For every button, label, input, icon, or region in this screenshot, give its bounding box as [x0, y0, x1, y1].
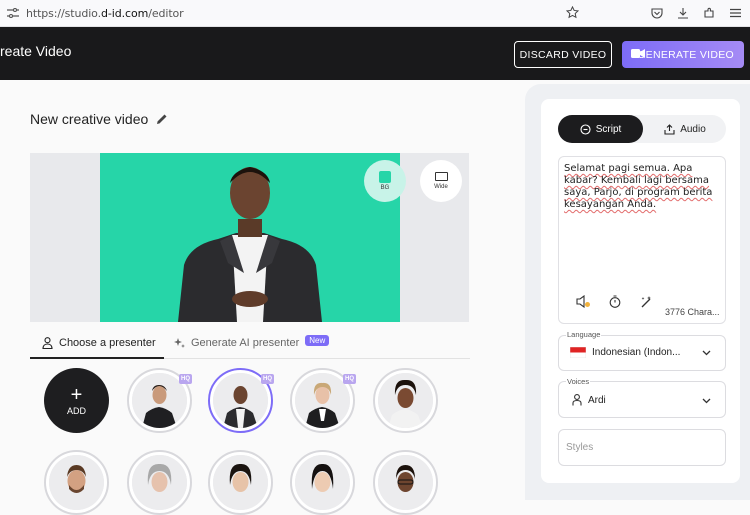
- tab-choose-presenter-label: Choose a presenter: [59, 337, 156, 349]
- person-voice-icon: [572, 394, 582, 406]
- presenter-avatar[interactable]: [44, 450, 109, 515]
- site-settings-icon[interactable]: [6, 6, 20, 20]
- pause-timer-button[interactable]: [606, 292, 624, 310]
- download-icon[interactable]: [676, 6, 690, 20]
- background-swatch-icon: [379, 171, 391, 183]
- presenter-avatar[interactable]: [208, 450, 273, 515]
- hq-badge: HQ: [261, 374, 274, 384]
- presenter-avatar[interactable]: [290, 450, 355, 515]
- magic-write-button[interactable]: [637, 292, 655, 310]
- background-button[interactable]: BG: [364, 160, 406, 202]
- chat-bubble-icon: [580, 123, 591, 135]
- presenter-avatar[interactable]: [373, 368, 438, 433]
- voice-preview-button[interactable]: [574, 292, 592, 310]
- new-badge: New: [305, 335, 330, 346]
- generate-video-button[interactable]: GENERATE VIDEO: [622, 41, 744, 68]
- video-camera-icon: [631, 49, 645, 58]
- presenter-tabs: Choose a presenter Generate AI presenter…: [30, 335, 470, 359]
- wide-format-button[interactable]: Wide: [420, 160, 462, 202]
- widescreen-icon: [434, 172, 448, 181]
- chevron-down-icon: [702, 398, 711, 404]
- language-label: Language: [566, 330, 602, 339]
- hq-badge: HQ: [343, 374, 356, 384]
- background-button-label: BG: [380, 185, 390, 191]
- timer-icon: [609, 294, 621, 308]
- video-title: New creative video: [30, 111, 149, 127]
- tab-generate-ai-label: Generate AI presenter: [191, 337, 300, 349]
- page-title: reate Video: [0, 43, 72, 59]
- person-icon: [42, 337, 53, 349]
- generate-video-label: GENERATE VIDEO: [637, 48, 734, 61]
- script-text[interactable]: Selamat pagi semua. Apa kabar? Kembali l…: [564, 163, 724, 211]
- wide-format-label: Wide: [434, 184, 448, 190]
- browser-toolbar: https://studio.d-id.com/editor: [0, 0, 750, 27]
- menu-icon[interactable]: [728, 6, 742, 20]
- presenter-stage[interactable]: [100, 153, 400, 322]
- tab-audio-label: Audio: [680, 123, 706, 135]
- indonesia-flag-icon: [570, 347, 586, 358]
- tab-script-label: Script: [595, 123, 622, 135]
- styles-placeholder: Styles: [566, 442, 594, 453]
- voice-select[interactable]: [558, 381, 726, 418]
- chevron-down-icon: [702, 350, 711, 356]
- sparkle-icon: [174, 338, 185, 348]
- hq-badge: HQ: [179, 374, 192, 384]
- language-value: Indonesian (Indon...: [592, 347, 681, 358]
- pocket-icon[interactable]: [650, 6, 664, 20]
- bookmark-star-icon[interactable]: [565, 5, 580, 20]
- character-count: 3776 Chara...: [665, 307, 720, 317]
- presenter-figure: [178, 167, 322, 322]
- presenter-avatar[interactable]: [127, 450, 192, 515]
- voice-value: Ardi: [588, 395, 606, 406]
- voices-label: Voices: [566, 377, 591, 386]
- plus-icon: +: [70, 383, 83, 406]
- tab-choose-presenter[interactable]: Choose a presenter: [30, 337, 164, 359]
- tab-script[interactable]: Script: [558, 115, 643, 143]
- edit-pencil-icon[interactable]: [156, 113, 168, 125]
- add-presenter-label: ADD: [66, 405, 86, 416]
- tab-generate-ai-presenter[interactable]: Generate AI presenter New: [173, 335, 330, 359]
- add-presenter-button[interactable]: + ADD: [44, 368, 109, 433]
- extensions-icon[interactable]: [702, 6, 716, 20]
- magic-wand-icon: [641, 295, 651, 307]
- discard-video-button[interactable]: DISCARD VIDEO: [514, 41, 612, 68]
- address-bar[interactable]: https://studio.d-id.com/editor: [26, 7, 184, 20]
- app-header: reate Video DISCARD VIDEO GENERATE VIDEO: [0, 27, 750, 80]
- upload-icon: [664, 123, 675, 135]
- speaker-icon: [575, 294, 590, 308]
- tab-audio[interactable]: Audio: [644, 115, 726, 143]
- presenter-avatar[interactable]: [373, 450, 438, 515]
